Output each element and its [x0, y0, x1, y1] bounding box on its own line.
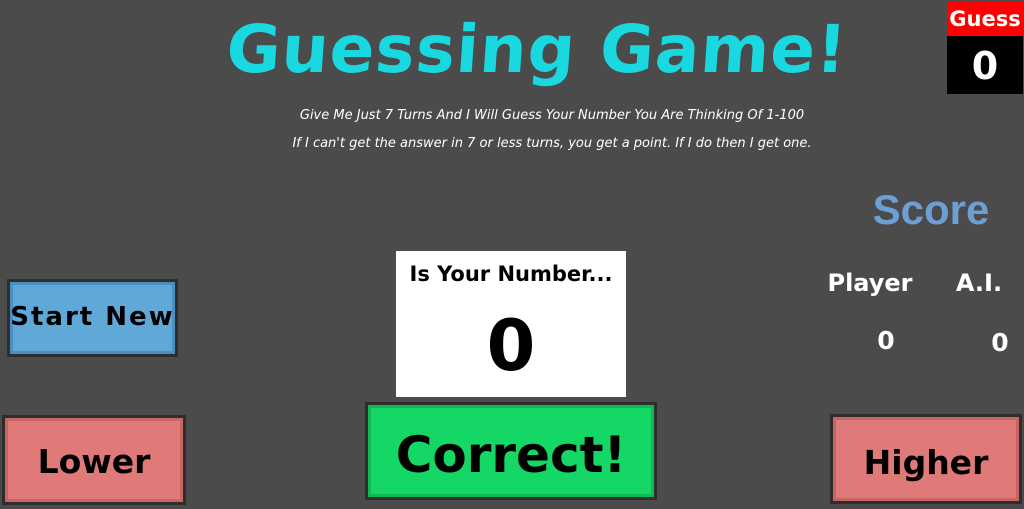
guess-counter-value: 0: [971, 44, 999, 88]
guess-display-caption: Is Your Number...: [409, 262, 613, 286]
guess-display-panel: Is Your Number... 0: [396, 251, 626, 397]
lower-button[interactable]: Lower: [2, 415, 186, 505]
game-title: Guessing Game!: [223, 11, 851, 88]
guess-display-value: 0: [486, 305, 536, 387]
correct-button[interactable]: Correct!: [365, 402, 657, 500]
guess-counter: Guess 0: [947, 2, 1023, 94]
player-score-value: 0: [877, 326, 895, 355]
instructions-line-2: If I can't get the answer in 7 or less t…: [292, 136, 812, 151]
guess-counter-label: Guess: [947, 2, 1023, 36]
ai-score-label: A.I.: [955, 269, 1003, 297]
ai-score-value: 0: [991, 328, 1009, 357]
player-score-label: Player: [827, 269, 913, 297]
start-new-button[interactable]: Start New: [7, 279, 178, 357]
score-title: Score: [872, 186, 990, 233]
instructions-line-1: Give Me Just 7 Turns And I Will Guess Yo…: [299, 108, 805, 123]
higher-button[interactable]: Higher: [830, 414, 1022, 504]
